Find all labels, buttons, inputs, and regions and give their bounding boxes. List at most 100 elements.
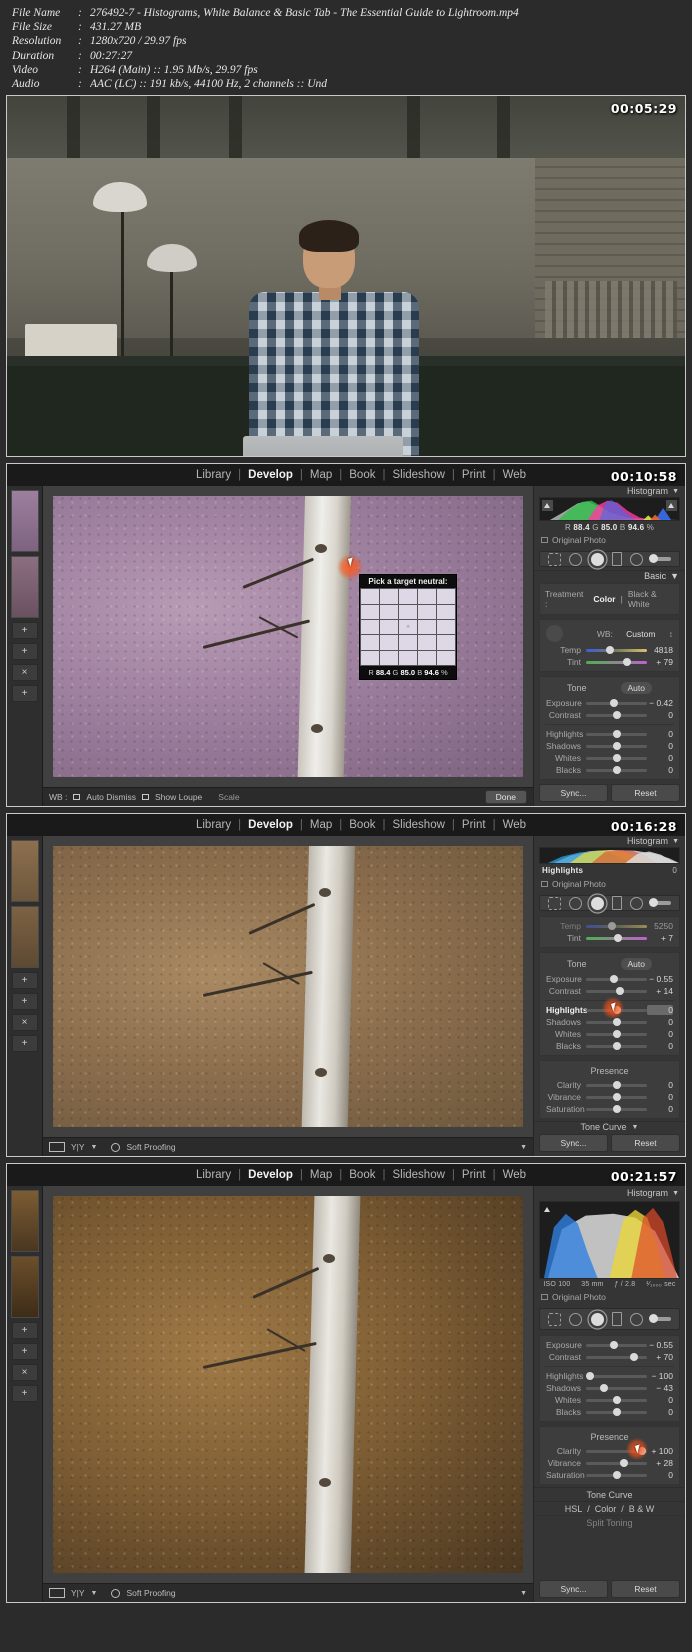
slider-knob[interactable] bbox=[612, 742, 621, 751]
checkbox-icon[interactable] bbox=[541, 537, 548, 544]
add-button[interactable]: + bbox=[11, 1385, 38, 1403]
filmstrip-thumbnail[interactable] bbox=[10, 906, 39, 969]
filmstrip-panel[interactable]: + + × + bbox=[7, 486, 43, 807]
adjustment-brush-tool-icon[interactable] bbox=[648, 898, 671, 908]
slider-knob[interactable] bbox=[623, 658, 632, 667]
chevron-down-icon[interactable]: ▼ bbox=[672, 838, 679, 845]
slider-track[interactable] bbox=[586, 1042, 647, 1051]
slider-track[interactable] bbox=[586, 646, 647, 655]
module-library[interactable]: Library bbox=[189, 469, 238, 481]
slider-knob[interactable] bbox=[612, 766, 621, 775]
slider-track[interactable] bbox=[586, 1018, 647, 1027]
add-button[interactable]: + bbox=[11, 993, 38, 1011]
chevron-down-icon[interactable]: ▼ bbox=[672, 1190, 679, 1197]
highlight-clipping-icon[interactable] bbox=[666, 500, 677, 512]
module-slideshow[interactable]: Slideshow bbox=[385, 819, 451, 831]
photo-canvas[interactable]: Pick a target neutral: R 88.4 G 85.0 B bbox=[53, 496, 523, 778]
slider-knob[interactable] bbox=[610, 975, 619, 984]
slider-row-whites[interactable]: Whites 0 bbox=[540, 752, 679, 764]
slider-row-shadows[interactable]: Shadows − 43 bbox=[540, 1382, 679, 1394]
slider-knob[interactable] bbox=[612, 1018, 621, 1027]
slider-track[interactable] bbox=[586, 766, 647, 775]
wb-eyedropper-icon[interactable] bbox=[546, 625, 563, 643]
video-thumbnail-3[interactable]: 00:16:28 Library | Develop | Map | Book … bbox=[6, 813, 686, 1158]
slider-track[interactable] bbox=[586, 987, 647, 996]
graduated-filter-tool-icon[interactable] bbox=[612, 896, 623, 911]
slider-row-vibrance[interactable]: Vibrance + 28 bbox=[540, 1457, 679, 1469]
right-panel[interactable]: Histogram ▼ R 88.4 G 85.0 B 94.6 % Origi… bbox=[533, 486, 685, 807]
checkbox-icon[interactable] bbox=[541, 881, 548, 888]
module-library[interactable]: Library bbox=[189, 819, 238, 831]
auto-tone-button[interactable]: Auto bbox=[620, 682, 653, 695]
add-button[interactable]: + bbox=[11, 685, 38, 703]
slider-knob[interactable] bbox=[600, 1384, 609, 1393]
module-slideshow[interactable]: Slideshow bbox=[385, 1169, 451, 1181]
sync-button[interactable]: Sync... bbox=[539, 1134, 608, 1153]
video-thumbnail-2[interactable]: 00:10:58 Library | Develop | Map | Book … bbox=[6, 463, 686, 808]
original-photo-row[interactable]: Original Photo bbox=[534, 877, 685, 892]
slider-track[interactable] bbox=[586, 975, 647, 984]
slider-row-contrast[interactable]: Contrast 0 bbox=[540, 709, 679, 721]
auto-dismiss-label[interactable]: Auto Dismiss bbox=[86, 792, 136, 802]
filmstrip-thumbnail[interactable] bbox=[10, 840, 39, 903]
wb-value[interactable]: Custom bbox=[619, 629, 663, 639]
sync-reset-row[interactable]: Sync... Reset bbox=[534, 782, 685, 806]
add-button[interactable]: + bbox=[11, 1343, 38, 1361]
checkbox-icon[interactable] bbox=[541, 1294, 548, 1301]
video-thumbnail-1[interactable]: 00:05:29 bbox=[6, 95, 686, 458]
module-develop[interactable]: Develop bbox=[241, 819, 300, 831]
photo-canvas[interactable] bbox=[53, 846, 523, 1128]
filmstrip-thumbnail[interactable] bbox=[10, 556, 39, 619]
module-book[interactable]: Book bbox=[342, 1169, 382, 1181]
auto-dismiss-checkbox[interactable] bbox=[73, 794, 81, 801]
wb-row[interactable]: WB: Custom ↕ bbox=[540, 623, 679, 644]
slider-knob[interactable] bbox=[612, 1471, 621, 1480]
module-web[interactable]: Web bbox=[496, 819, 533, 831]
image-viewer[interactable]: Pick a target neutral: R 88.4 G 85.0 B bbox=[43, 486, 533, 807]
filmstrip-panel[interactable]: + + × + bbox=[7, 836, 43, 1157]
video-thumbnail-4[interactable]: 00:21:57 Library | Develop | Map | Book … bbox=[6, 1163, 686, 1604]
filmstrip-thumbnail[interactable] bbox=[10, 490, 39, 553]
soft-proofing-label[interactable]: Soft Proofing bbox=[126, 1588, 175, 1598]
chevron-down-icon[interactable]: ▼ bbox=[520, 1590, 527, 1597]
treatment-row[interactable]: Treatment : Color | Black & White bbox=[540, 587, 679, 611]
slider-track[interactable] bbox=[586, 1030, 647, 1039]
module-print[interactable]: Print bbox=[455, 819, 493, 831]
add-button[interactable]: + bbox=[11, 1322, 38, 1340]
slider-track[interactable] bbox=[586, 1105, 647, 1114]
crop-tool-icon[interactable] bbox=[548, 552, 562, 566]
crop-tool-icon[interactable] bbox=[548, 1312, 562, 1326]
hsl-bw-label[interactable]: B & W bbox=[629, 1504, 655, 1514]
slider-knob[interactable] bbox=[612, 1081, 621, 1090]
slider-row-tint[interactable]: Tint + 7 bbox=[540, 932, 679, 944]
slider-row-clarity[interactable]: Clarity + 100 bbox=[540, 1438, 679, 1461]
module-develop[interactable]: Develop bbox=[241, 1169, 300, 1181]
slider-track[interactable] bbox=[586, 742, 647, 751]
graduated-filter-tool-icon[interactable] bbox=[612, 552, 623, 567]
sync-button[interactable]: Sync... bbox=[539, 784, 608, 803]
slider-track[interactable] bbox=[586, 1093, 647, 1102]
view-toolbar[interactable]: Y|Y ▼ Soft Proofing ▼ bbox=[43, 1137, 533, 1157]
slider-track[interactable] bbox=[585, 1372, 647, 1381]
module-web[interactable]: Web bbox=[496, 1169, 533, 1181]
shadow-clipping-icon[interactable] bbox=[542, 1204, 553, 1215]
histogram-panel-header[interactable]: Histogram ▼ bbox=[534, 486, 685, 496]
histogram-graph[interactable] bbox=[539, 497, 680, 522]
slider-knob[interactable] bbox=[612, 1105, 621, 1114]
redeye-tool-icon[interactable] bbox=[590, 552, 604, 566]
sync-reset-row[interactable]: Sync... Reset bbox=[534, 1578, 685, 1602]
soft-proofing-label[interactable]: Soft Proofing bbox=[126, 1142, 175, 1152]
slider-track[interactable] bbox=[586, 1459, 647, 1468]
radial-filter-tool-icon[interactable] bbox=[630, 1312, 644, 1326]
image-viewer[interactable]: Y|Y ▼ Soft Proofing ▼ bbox=[43, 836, 533, 1157]
remove-button[interactable]: × bbox=[11, 664, 38, 682]
slider-track[interactable] bbox=[586, 1408, 647, 1417]
chevron-down-icon[interactable]: ▼ bbox=[520, 1144, 527, 1151]
soft-proofing-checkbox[interactable] bbox=[111, 1588, 121, 1598]
right-panel[interactable]: Histogram ▼ Highlights 0 Original Photo bbox=[533, 836, 685, 1157]
adjustment-brush-tool-icon[interactable] bbox=[648, 1314, 671, 1324]
remove-button[interactable]: × bbox=[11, 1014, 38, 1032]
slider-knob[interactable] bbox=[619, 1459, 628, 1468]
show-loupe-label[interactable]: Show Loupe bbox=[155, 792, 202, 802]
add-button[interactable]: + bbox=[11, 643, 38, 661]
